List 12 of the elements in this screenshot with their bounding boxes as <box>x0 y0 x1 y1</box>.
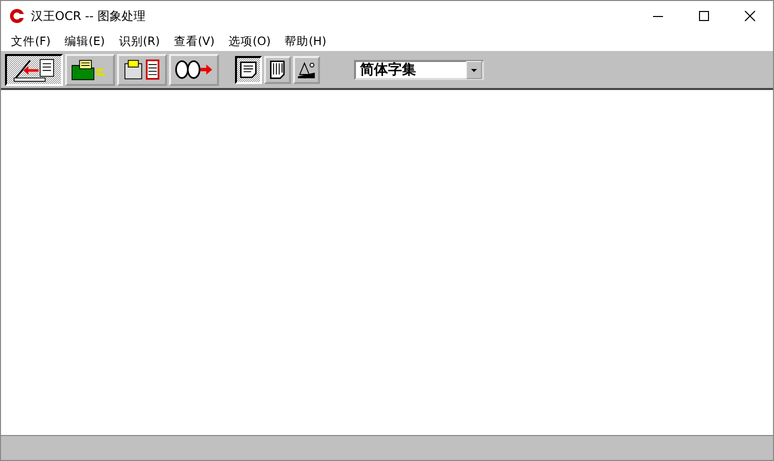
menu-item[interactable]: 帮助(H) <box>278 34 332 48</box>
menu-item[interactable]: 文件(F) <box>5 34 57 48</box>
menu-item[interactable]: 编辑(E) <box>58 34 111 48</box>
window-title: 汉王OCR -- 图象处理 <box>31 8 146 24</box>
menu-item[interactable]: 选项(O) <box>222 34 277 48</box>
menu-item[interactable]: 识别(R) <box>112 34 166 48</box>
view-toggle-button[interactable] <box>235 56 262 84</box>
app-icon <box>9 8 25 24</box>
toolbar-button[interactable] <box>5 54 63 86</box>
menu-item[interactable]: 查看(V) <box>168 34 221 48</box>
text-page-icon <box>238 58 259 80</box>
charset-dropdown[interactable]: 简体字集 <box>354 60 484 80</box>
